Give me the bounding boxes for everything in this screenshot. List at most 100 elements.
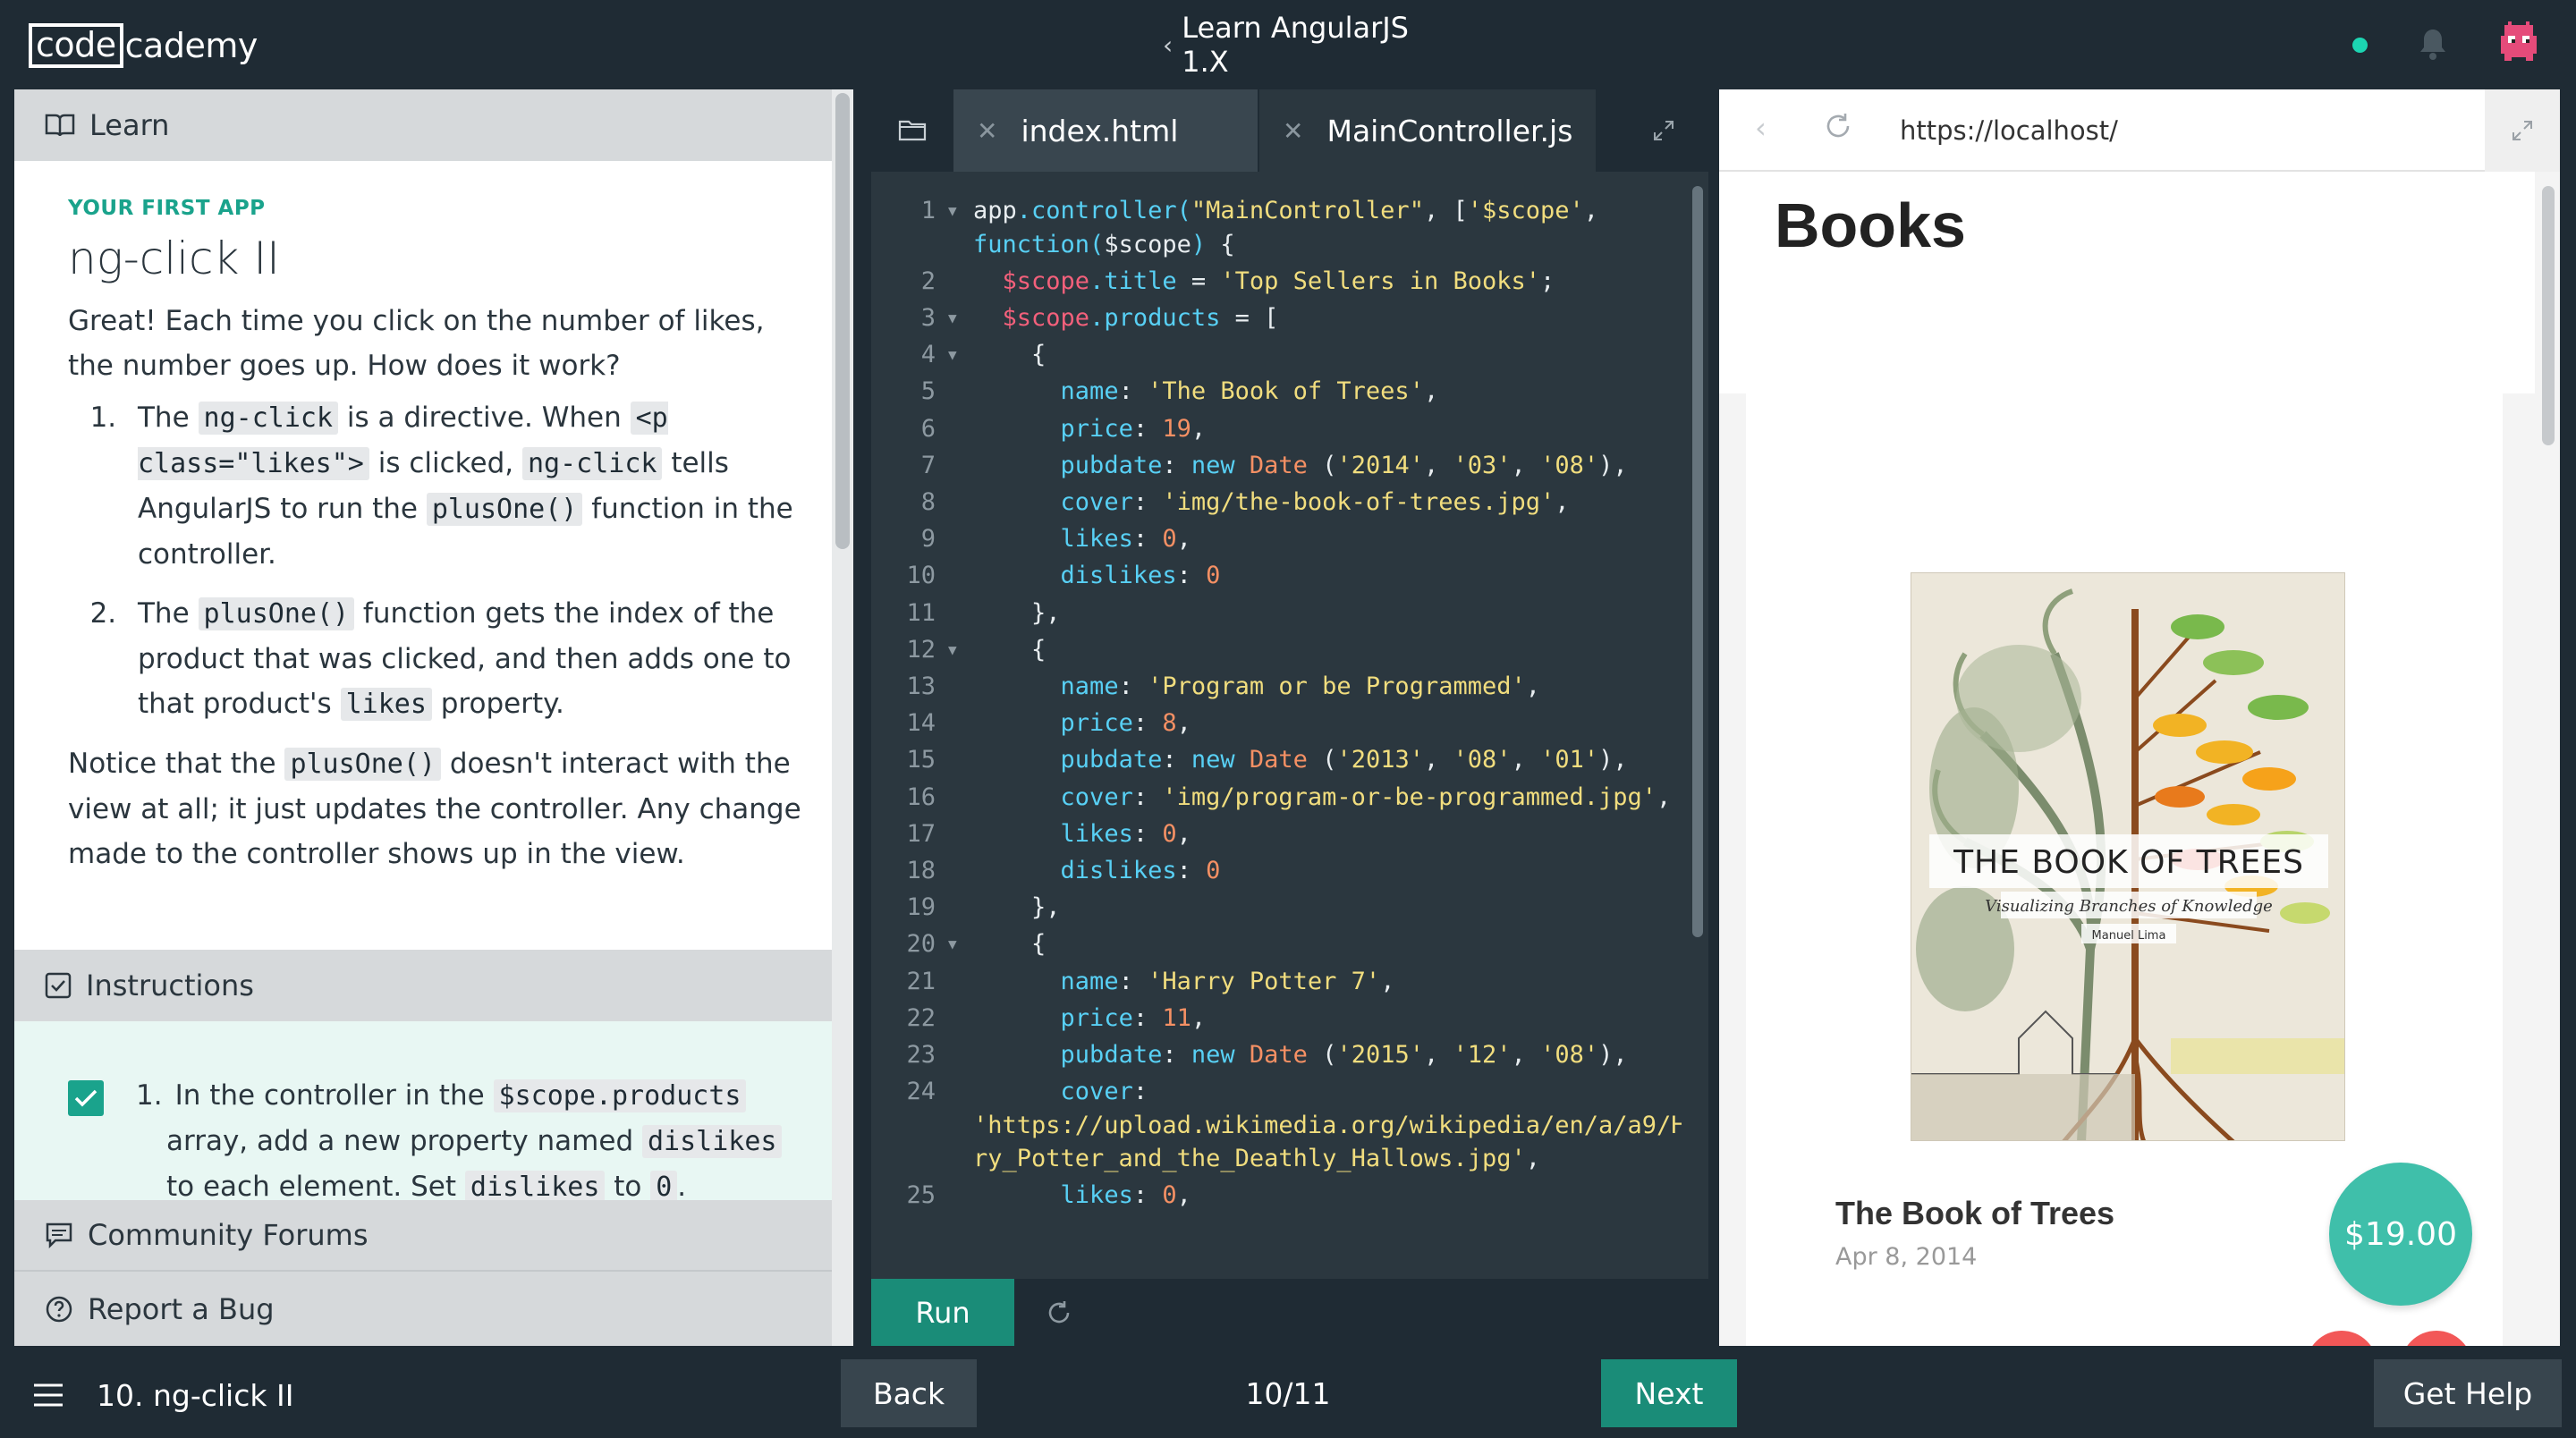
lesson-intro: Great! Each time you click on the number…: [68, 305, 765, 382]
back-arrow-icon[interactable]: ‹: [1755, 111, 1791, 150]
fold-arrow-icon[interactable]: ▼: [948, 309, 957, 326]
line-number: 6: [920, 414, 936, 443]
top-bar: code cademy ‹ Learn AngularJS 1.X: [0, 0, 2576, 89]
code-line[interactable]: $scope.title = 'Top Sellers in Books';: [973, 267, 1555, 295]
online-status-icon: [2352, 38, 2368, 53]
line-number: 8: [920, 487, 936, 516]
code-line[interactable]: },: [973, 893, 1061, 921]
lesson-indicator[interactable]: 10. ng-click II: [97, 1373, 293, 1417]
course-title-link[interactable]: ‹ Learn AngularJS 1.X: [1163, 11, 1431, 79]
tab-index-html[interactable]: ✕ index.html: [953, 89, 1258, 172]
code-line[interactable]: function($scope) {: [973, 231, 1235, 258]
code-line[interactable]: pubdate: new Date ('2015', '12', '08'),: [973, 1041, 1628, 1069]
fold-arrow-icon[interactable]: ▼: [948, 202, 957, 219]
cover-author: Manuel Lima: [2092, 929, 2166, 943]
code-line[interactable]: cover: 'img/the-book-of-trees.jpg',: [973, 488, 1570, 516]
book-cover-image: THE BOOK OF TREES Visualizing Branches o…: [1911, 572, 2345, 1141]
tab-main-controller-label: MainController.js: [1326, 113, 1573, 148]
code-area[interactable]: 1 ▼ app.controller("MainController", ['$sc…: [871, 197, 1682, 1212]
report-bug-label: Report a Bug: [88, 1291, 275, 1326]
code-line[interactable]: name: 'Program or be Programmed',: [973, 672, 1540, 700]
code-line[interactable]: price: 11,: [973, 1004, 1207, 1032]
close-icon[interactable]: ✕: [1283, 116, 1303, 146]
lesson-progress: 10/11: [1245, 1375, 1331, 1411]
fold-arrow-icon[interactable]: ▼: [948, 346, 957, 363]
codecademy-logo[interactable]: code cademy: [29, 23, 258, 68]
line-number: 7: [920, 451, 936, 479]
code-line[interactable]: {: [973, 636, 1046, 664]
folder-icon[interactable]: [871, 89, 953, 172]
instruction-text: 1. In the controller in the $scope.produc…: [120, 1073, 800, 1210]
next-button[interactable]: Next: [1601, 1359, 1737, 1427]
line-number: 20: [906, 930, 936, 959]
likes-button[interactable]: +0: [2306, 1331, 2377, 1346]
code-line[interactable]: app.controller("MainController", ['$scop…: [973, 197, 1598, 224]
code-line[interactable]: $scope.products = [: [973, 304, 1279, 332]
bottom-bar: 10. ng-click II Back 10/11 Next Get Help: [0, 1346, 2576, 1438]
learn-section-header[interactable]: Learn: [14, 89, 832, 161]
back-button[interactable]: Back: [841, 1359, 977, 1427]
get-help-button[interactable]: Get Help: [2374, 1359, 2562, 1427]
code-line[interactable]: },: [973, 599, 1061, 627]
book-date: Apr 8, 2014: [1835, 1243, 1978, 1271]
learn-scrollbar-thumb[interactable]: [835, 93, 850, 549]
dislikes-button[interactable]: -0: [2401, 1331, 2472, 1346]
fold-arrow-icon[interactable]: ▼: [948, 641, 957, 658]
code-line[interactable]: likes: 0,: [973, 525, 1191, 553]
browser-preview: ‹ https://localhost/ Books THE BOOK OF T…: [1719, 89, 2560, 1346]
code-line[interactable]: name: 'Harry Potter 7',: [973, 968, 1395, 995]
cover-title: THE BOOK OF TREES: [1953, 844, 2304, 881]
line-number: 2: [920, 266, 936, 295]
tab-index-html-label: index.html: [1021, 113, 1179, 148]
code-line[interactable]: {: [973, 930, 1046, 958]
code-line[interactable]: {: [973, 341, 1046, 368]
url-field[interactable]: https://localhost/: [1900, 111, 2118, 150]
code-line[interactable]: name: 'The Book of Trees',: [973, 377, 1439, 405]
line-number: 17: [906, 819, 936, 848]
line-number: 12: [906, 635, 936, 664]
lesson-step-1: The ng-click is a directive. When <p cla…: [125, 395, 801, 577]
tab-main-controller[interactable]: ✕ MainController.js: [1259, 89, 1596, 172]
instruction-checked-icon: [68, 1080, 104, 1116]
line-number: 3: [920, 303, 936, 332]
close-icon[interactable]: ✕: [977, 116, 997, 146]
line-number: 1: [920, 197, 936, 224]
line-number: 21: [906, 967, 936, 995]
reload-icon[interactable]: [1823, 111, 1862, 150]
line-number: 18: [906, 856, 936, 884]
hamburger-menu-icon[interactable]: [32, 1382, 64, 1408]
code-line[interactable]: 'https://upload.wikimedia.org/wikipedia/…: [973, 1112, 1682, 1139]
line-number: 4: [920, 341, 936, 369]
avatar[interactable]: [2497, 21, 2540, 64]
line-number: 10: [906, 562, 936, 590]
code-line[interactable]: dislikes: 0: [973, 857, 1221, 884]
code-line[interactable]: likes: 0,: [973, 1181, 1191, 1209]
code-line[interactable]: dislikes: 0: [973, 562, 1221, 589]
code-line[interactable]: price: 19,: [973, 415, 1207, 443]
bell-icon[interactable]: [2417, 27, 2449, 61]
expand-editor-icon[interactable]: [1619, 89, 1708, 172]
code-line[interactable]: likes: 0,: [973, 820, 1191, 848]
line-number: 25: [906, 1181, 936, 1210]
logo-boxed-text: code: [29, 23, 123, 68]
expand-browser-icon[interactable]: [2485, 89, 2560, 172]
code-editor: ✕ index.html ✕ MainController.js 1 ▼ app.c…: [871, 89, 1708, 1346]
editor-scrollbar[interactable]: [1692, 186, 1703, 937]
run-button[interactable]: Run: [871, 1279, 1014, 1346]
refresh-icon[interactable]: [1041, 1295, 1077, 1331]
browser-scrollbar[interactable]: [2542, 186, 2555, 445]
instructions-section-header[interactable]: Instructions: [14, 950, 832, 1021]
community-forums-label: Community Forums: [88, 1218, 369, 1252]
line-number: 23: [906, 1040, 936, 1069]
course-title: Learn AngularJS 1.X: [1182, 11, 1409, 79]
code-line[interactable]: cover:: [973, 1078, 1148, 1105]
community-forums-link[interactable]: Community Forums: [14, 1200, 832, 1272]
fold-arrow-icon[interactable]: ▼: [948, 935, 957, 952]
code-line[interactable]: pubdate: new Date ('2013', '08', '01'),: [973, 746, 1628, 774]
report-bug-link[interactable]: Report a Bug: [14, 1272, 832, 1346]
code-line[interactable]: pubdate: new Date ('2014', '03', '08'),: [973, 452, 1628, 479]
code-line[interactable]: ry_Potter_and_the_Deathly_Hallows.jpg',: [973, 1145, 1540, 1172]
code-line[interactable]: cover: 'img/program-or-be-programmed.jpg…: [973, 783, 1672, 811]
code-line[interactable]: price: 8,: [973, 709, 1191, 737]
lesson-steps: The ng-click is a directive. When <p cla…: [125, 395, 801, 727]
